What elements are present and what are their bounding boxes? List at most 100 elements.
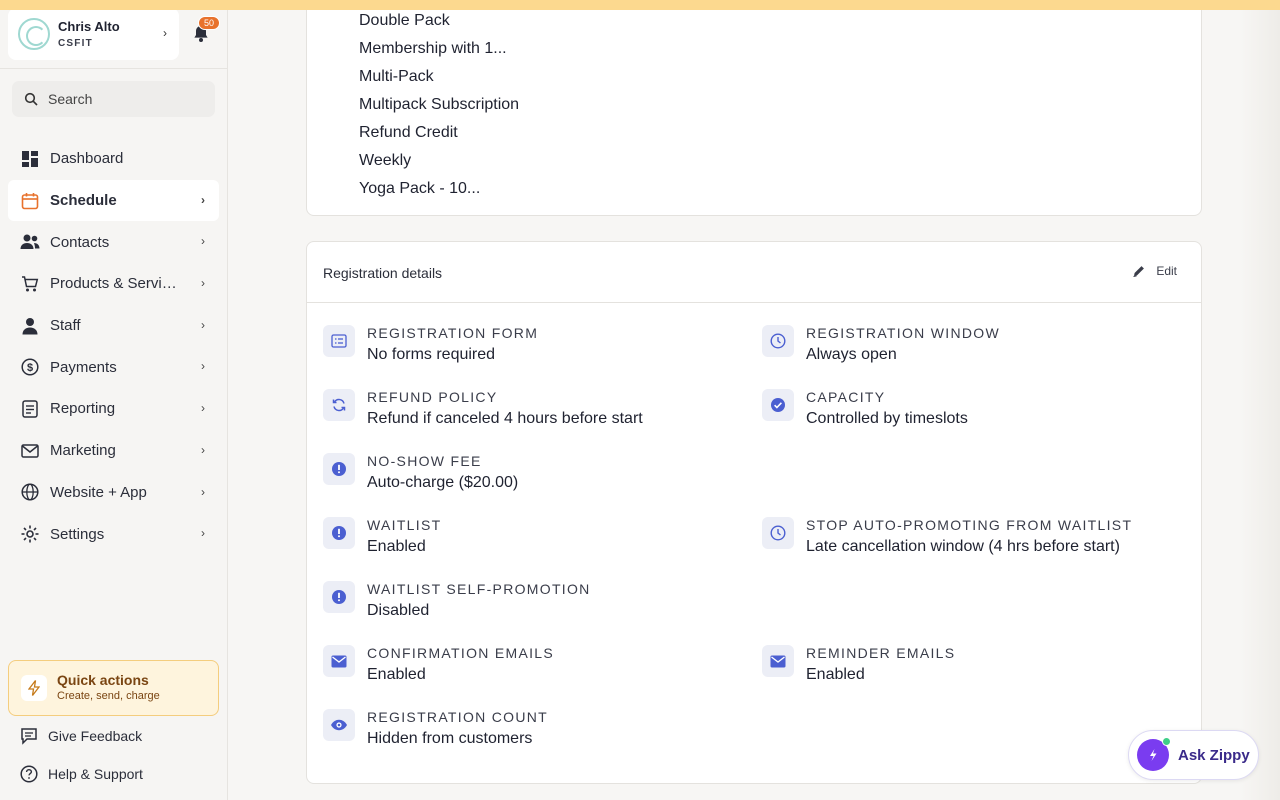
detail-value: Hidden from customers [367,730,533,747]
ask-zippy-button[interactable]: Ask Zippy [1128,730,1259,780]
registration-details-card: Registration details Edit Registration f… [306,241,1202,784]
sidebar-item-dashboard[interactable]: Dashboard [8,138,219,180]
dollar-icon: $ [20,357,40,377]
pricing-options-card: Double Pack Membership with 1... Multi-P… [306,0,1202,216]
detail-value: Enabled [367,666,426,683]
sidebar-item-label: Marketing [50,442,116,460]
announcement-bar [0,0,1280,10]
quick-actions-title: Quick actions [57,672,149,688]
chevron-right-icon: › [201,234,205,249]
divider [0,68,228,69]
detail-registration-form: Registration form No forms required [323,325,743,373]
detail-reminder-emails: Reminder emails Enabled [762,645,1182,693]
detail-value: Enabled [806,666,865,683]
chevron-right-icon: › [201,526,205,541]
main-content: Double Pack Membership with 1... Multi-P… [228,0,1280,800]
sidebar-item-contacts[interactable]: Contacts › [8,221,219,263]
alert-icon [323,581,355,613]
card-header: Registration details Edit [307,242,1201,303]
detail-value: Refund if canceled 4 hours before start [367,410,643,427]
sidebar-item-payments[interactable]: $ Payments › [8,346,219,388]
chevron-right-icon: › [201,192,205,207]
sidebar-item-marketing[interactable]: Marketing › [8,430,219,472]
eye-icon [323,709,355,741]
detail-label: Waitlist self-promotion [367,581,591,597]
detail-no-show-fee: No-show fee Auto-charge ($20.00) [323,453,743,501]
chevron-right-icon: › [201,276,205,291]
sidebar-item-settings[interactable]: Settings › [8,513,219,555]
sidebar-item-schedule[interactable]: Schedule › [8,179,219,222]
sidebar-item-website-app[interactable]: Website + App › [8,472,219,514]
notifications-button[interactable]: 50 [191,16,221,44]
sidebar-item-products-services[interactable]: Products & Services › [8,263,219,305]
detail-waitlist-self-promotion: Waitlist self-promotion Disabled [323,581,743,629]
detail-confirmation-emails: Confirmation emails Enabled [323,645,743,693]
give-feedback-link[interactable]: Give Feedback [20,727,142,745]
form-icon [323,325,355,357]
list-item: Yoga Pack - 10... [359,180,481,197]
chevron-right-icon: › [201,401,205,416]
cart-icon [20,274,40,294]
account-switcher[interactable]: Chris Alto CSFIT › [8,8,179,60]
detail-label: Registration form [367,325,539,341]
brand-logo-icon [18,18,50,50]
pencil-icon [1133,266,1145,277]
quick-actions-button[interactable]: Quick actions Create, send, charge [8,660,219,716]
detail-capacity: Capacity Controlled by timeslots [762,389,1182,437]
detail-label: Registration count [367,709,549,725]
chevron-right-icon: › [163,26,167,40]
sidebar-item-label: Products & Services [50,275,182,293]
account-org: CSFIT [58,38,93,49]
help-support-label: Help & Support [48,766,143,782]
ask-zippy-label: Ask Zippy [1178,746,1250,764]
check-circle-icon [762,389,794,421]
contacts-icon [20,232,40,252]
alert-icon [323,453,355,485]
sidebar: Chris Alto CSFIT › 50 Dashboard Schedule… [0,0,228,800]
sidebar-item-reporting[interactable]: Reporting › [8,388,219,430]
help-support-link[interactable]: Help & Support [20,765,143,783]
chevron-right-icon: › [201,317,205,332]
detail-label: Reminder emails [806,645,956,661]
dashboard-icon [20,149,40,169]
globe-icon [20,482,40,502]
edit-button[interactable]: Edit [1132,264,1177,278]
sidebar-item-staff[interactable]: Staff › [8,305,219,347]
sparkle-icon [1137,737,1171,771]
detail-value: Auto-charge ($20.00) [367,474,519,491]
detail-registration-window: Registration window Always open [762,325,1182,373]
clock-icon [762,517,794,549]
online-status-dot [1162,737,1171,746]
report-icon [20,399,40,419]
lightning-icon [21,675,47,701]
detail-stop-auto-promoting: Stop auto-promoting from waitlist Late c… [762,517,1182,565]
alert-icon [323,517,355,549]
sidebar-item-label: Payments [50,358,117,376]
mail-icon [20,441,40,461]
chevron-right-icon: › [201,484,205,499]
detail-label: Waitlist [367,517,442,533]
sidebar-item-label: Staff [50,317,81,335]
list-item: Weekly [359,152,412,169]
envelope-icon [762,645,794,677]
sidebar-item-label: Dashboard [50,150,124,168]
list-item: Multi-Pack [359,68,434,85]
svg-text:$: $ [27,362,33,374]
detail-waitlist: Waitlist Enabled [323,517,743,565]
sidebar-item-label: Website + App [50,483,147,501]
sidebar-nav: Dashboard Schedule › Contacts › Products… [8,138,219,555]
detail-value: Controlled by timeslots [806,410,968,427]
pricing-list: Double Pack Membership with 1... Multi-P… [359,7,519,203]
detail-registration-count: Registration count Hidden from customers [323,709,743,757]
notification-count-badge: 50 [198,16,221,30]
sidebar-item-label: Settings [50,525,105,543]
sidebar-item-label: Reporting [50,400,116,418]
give-feedback-label: Give Feedback [48,728,143,744]
account-name: Chris Alto [58,19,120,34]
edit-label: Edit [1156,264,1177,278]
detail-value: No forms required [367,346,496,363]
chevron-right-icon: › [201,359,205,374]
search-input[interactable] [48,89,208,109]
list-item: Membership with 1... [359,40,507,57]
gear-icon [20,524,40,544]
